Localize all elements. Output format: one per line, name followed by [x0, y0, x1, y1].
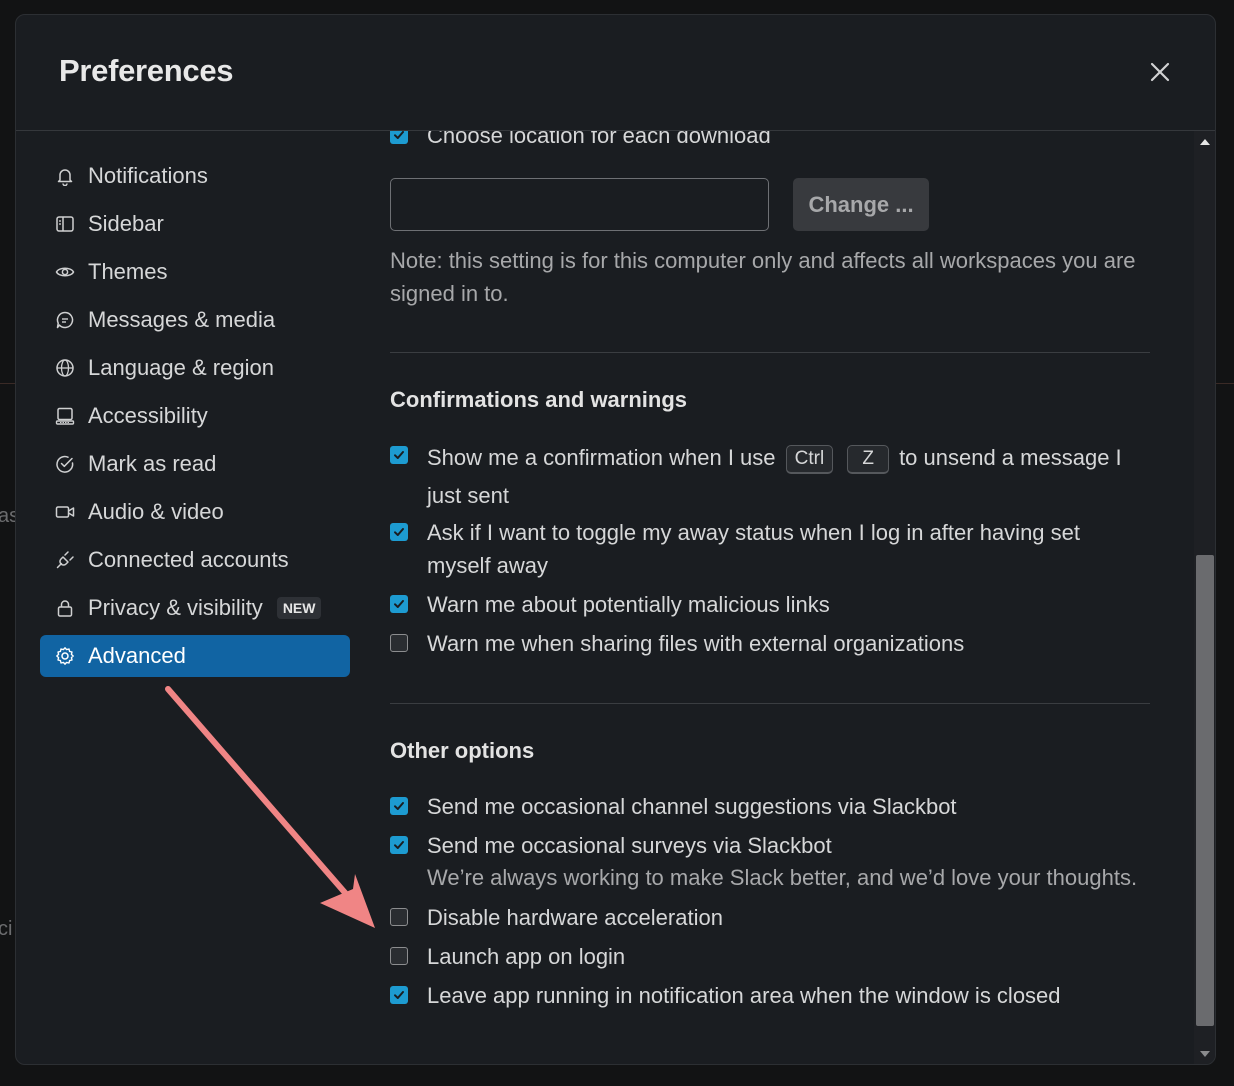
content-scrollbar[interactable]: [1194, 131, 1215, 1064]
sidebar-item-label: Advanced: [88, 643, 186, 668]
launch-on-login-label: Launch app on login: [427, 944, 626, 969]
video-icon: [54, 501, 76, 523]
keyboard-icon: [54, 405, 76, 427]
hardware-acceleration-row: Disable hardware acceleration: [390, 901, 723, 934]
sidebar-item-audio-video[interactable]: Audio & video: [40, 491, 350, 533]
section-divider: [390, 352, 1150, 353]
scroll-down-button[interactable]: [1194, 1043, 1215, 1064]
download-path-field[interactable]: [390, 178, 769, 231]
channel-suggestions-row: Send me occasional channel suggestions v…: [390, 790, 957, 823]
sidebar-icon: [54, 213, 76, 235]
other-options-section-title: Other options: [390, 738, 535, 763]
hardware-acceleration-label: Disable hardware acceleration: [427, 905, 723, 930]
sidebar-item-language-region[interactable]: Language & region: [40, 347, 350, 389]
z-key: Z: [847, 445, 889, 474]
notification-area-checkbox[interactable]: [390, 986, 408, 1004]
surveys-checkbox[interactable]: [390, 836, 408, 854]
channel-suggestions-label: Send me occasional channel suggestions v…: [427, 794, 957, 819]
sidebar-item-label: Sidebar: [88, 211, 164, 236]
sidebar-item-privacy-visibility[interactable]: Privacy & visibility NEW: [40, 587, 350, 629]
eye-icon: [54, 261, 76, 283]
away-status-label: Ask if I want to toggle my away status w…: [427, 520, 1080, 578]
sidebar-item-label: Privacy & visibility: [88, 595, 263, 620]
sidebar-item-notifications[interactable]: Notifications: [40, 155, 350, 197]
notification-area-row: Leave app running in notification area w…: [390, 979, 1061, 1012]
sidebar-item-label: Language & region: [88, 355, 274, 380]
surveys-note: We’re always working to make Slack bette…: [427, 865, 1138, 890]
scroll-up-icon: [1200, 139, 1210, 145]
sidebar-item-label: Notifications: [88, 163, 208, 188]
ctrl-key: Ctrl: [785, 445, 834, 474]
sidebar-item-advanced[interactable]: Advanced: [40, 635, 350, 677]
sidebar-item-connected-accounts[interactable]: Connected accounts: [40, 539, 350, 581]
sidebar-item-label: Accessibility: [88, 403, 208, 428]
background-text-fragment: ci: [0, 918, 13, 940]
unsend-confirmation-label: Show me a confirmation when I use Ctrl Z…: [427, 439, 1142, 515]
hardware-acceleration-checkbox[interactable]: [390, 908, 408, 926]
away-status-row: Ask if I want to toggle my away status w…: [390, 516, 1110, 582]
unsend-confirmation-checkbox[interactable]: [390, 446, 408, 464]
sidebar-item-label: Mark as read: [88, 451, 217, 476]
scrollbar-thumb[interactable]: [1196, 554, 1214, 1027]
channel-suggestions-checkbox[interactable]: [390, 797, 408, 815]
surveys-label: Send me occasional surveys via Slackbot: [427, 833, 832, 858]
download-location-note: Note: this setting is for this computer …: [390, 248, 1136, 306]
change-location-button[interactable]: Change ...: [793, 178, 929, 231]
sidebar-item-sidebar[interactable]: Sidebar: [40, 203, 350, 245]
choose-location-checkbox[interactable]: [390, 131, 408, 144]
sidebar-item-label: Messages & media: [88, 307, 276, 332]
malicious-links-checkbox[interactable]: [390, 595, 408, 613]
dialog-title: Preferences: [59, 53, 234, 88]
launch-on-login-row: Launch app on login: [390, 940, 625, 973]
sidebar-item-label: Themes: [88, 259, 168, 284]
choose-location-label: Choose location for each download: [427, 131, 771, 148]
close-button[interactable]: [1144, 56, 1176, 88]
preferences-dialog: Preferences Notifications Sidebar Themes: [15, 14, 1216, 1065]
launch-on-login-checkbox[interactable]: [390, 947, 408, 965]
scroll-up-button[interactable]: [1194, 131, 1215, 153]
scroll-down-icon: [1200, 1051, 1210, 1057]
message-icon: [54, 309, 76, 331]
sidebar-item-themes[interactable]: Themes: [40, 251, 350, 293]
gear-icon: [54, 645, 76, 667]
section-divider: [390, 703, 1150, 704]
external-sharing-checkbox[interactable]: [390, 634, 408, 652]
sidebar-item-accessibility[interactable]: Accessibility: [40, 395, 350, 437]
unsend-confirmation-row: Show me a confirmation when I use Ctrl Z…: [390, 439, 1150, 515]
choose-location-row: Choose location for each download: [390, 131, 771, 152]
dialog-header: Preferences: [16, 15, 1215, 131]
new-badge: NEW: [276, 597, 322, 619]
confirmations-section-title: Confirmations and warnings: [390, 387, 688, 412]
notification-area-label: Leave app running in notification area w…: [427, 983, 1061, 1008]
close-icon: [1150, 62, 1170, 82]
preferences-sidebar: Notifications Sidebar Themes Messages & …: [40, 155, 350, 683]
external-sharing-row: Warn me when sharing files with external…: [390, 627, 964, 660]
sidebar-item-mark-as-read[interactable]: Mark as read: [40, 443, 350, 485]
sidebar-item-label: Connected accounts: [88, 547, 289, 572]
sidebar-item-label: Audio & video: [88, 499, 224, 524]
malicious-links-label: Warn me about potentially malicious link…: [427, 592, 830, 617]
external-sharing-label: Warn me when sharing files with external…: [427, 631, 965, 656]
globe-icon: [54, 357, 76, 379]
sidebar-item-messages-media[interactable]: Messages & media: [40, 299, 350, 341]
lock-icon: [54, 597, 76, 619]
plug-icon: [54, 549, 76, 571]
bell-icon: [54, 165, 76, 187]
surveys-row: Send me occasional surveys via Slackbot: [390, 829, 832, 862]
malicious-links-row: Warn me about potentially malicious link…: [390, 588, 830, 621]
away-status-checkbox[interactable]: [390, 523, 408, 541]
advanced-settings-panel: Choose location for each download Change…: [390, 131, 1190, 1064]
unsend-label-prefix: Show me a confirmation when I use: [427, 445, 776, 470]
check-circle-icon: [54, 453, 76, 475]
